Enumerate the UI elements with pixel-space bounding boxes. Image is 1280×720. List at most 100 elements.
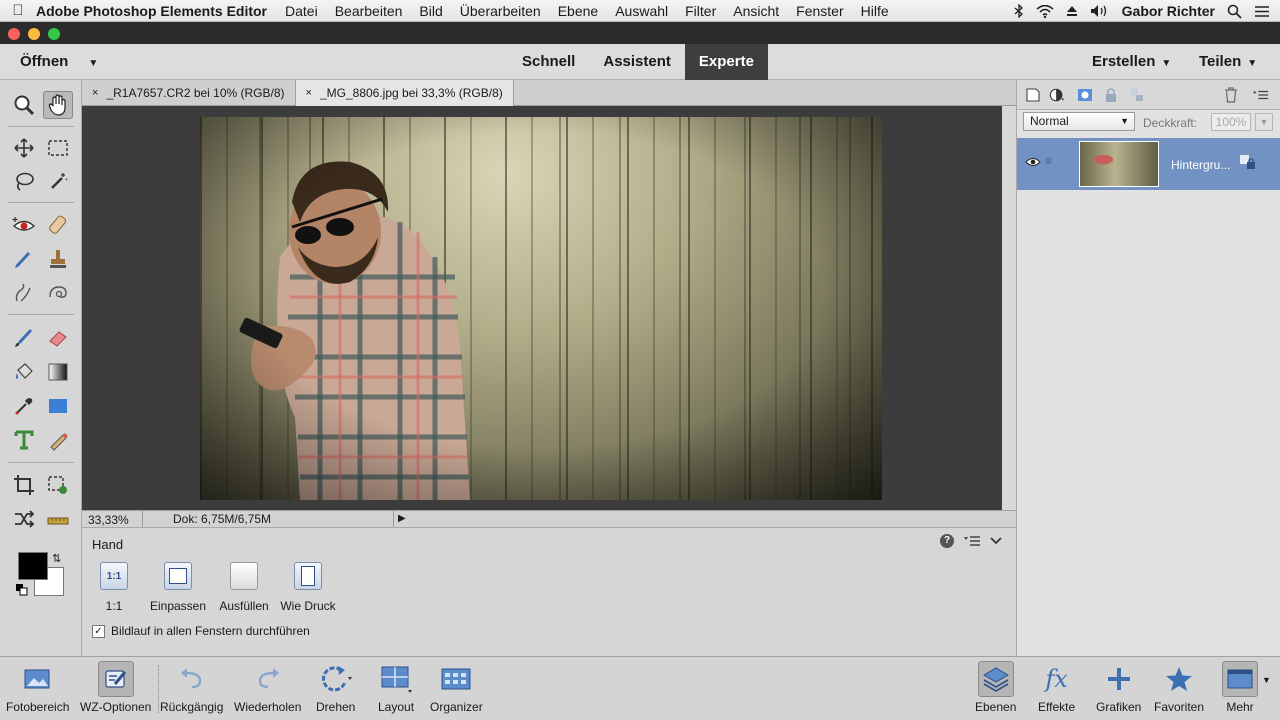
new-layer-icon[interactable] — [1025, 87, 1041, 103]
actual-pixels-button[interactable]: 1:1 1:1 — [79, 562, 149, 613]
menu-fenster[interactable]: Fenster — [796, 3, 843, 19]
visibility-eye-icon[interactable] — [1025, 156, 1041, 168]
redo-button[interactable]: Wiederholen — [234, 661, 301, 714]
bluetooth-icon[interactable] — [1014, 4, 1024, 18]
layer-lock-icon[interactable] — [1239, 154, 1257, 172]
shape-tool-icon[interactable] — [43, 392, 73, 420]
eraser-tool-icon[interactable] — [43, 324, 73, 352]
spot-healing-tool-icon[interactable] — [43, 211, 73, 239]
checkmark-icon[interactable]: ✓ — [92, 624, 105, 638]
share-button[interactable]: Teilen ▼ — [1199, 53, 1257, 70]
panel-menu-icon[interactable] — [1253, 87, 1269, 103]
chevron-down-icon[interactable] — [990, 536, 1002, 546]
favorites-panel-button[interactable]: Favoriten — [1154, 661, 1204, 714]
menu-ansicht[interactable]: Ansicht — [733, 3, 779, 19]
layout-button[interactable]: Layout — [378, 661, 414, 714]
blend-mode-select[interactable]: Normal ▼ — [1023, 112, 1135, 131]
red-eye-tool-icon[interactable] — [9, 211, 39, 239]
lasso-tool-icon[interactable] — [9, 168, 39, 196]
magic-wand-tool-icon[interactable] — [43, 168, 73, 196]
create-button[interactable]: Erstellen ▼ — [1092, 53, 1171, 70]
brush-tool-icon[interactable] — [9, 324, 39, 352]
pencil-tool-icon[interactable] — [43, 426, 73, 454]
selection-brush-tool-icon[interactable] — [9, 279, 39, 307]
content-aware-move-tool-icon[interactable] — [9, 505, 39, 533]
clone-stamp-tool-icon[interactable] — [43, 245, 73, 273]
menu-bearbeiten[interactable]: Bearbeiten — [335, 3, 403, 19]
menu-bild[interactable]: Bild — [419, 3, 442, 19]
status-menu-arrow-icon[interactable]: ▶ — [398, 513, 406, 524]
eyedropper-tool-icon[interactable] — [9, 392, 39, 420]
eject-icon[interactable] — [1066, 5, 1078, 17]
straighten-tool-icon[interactable] — [43, 505, 73, 533]
effects-panel-button[interactable]: fx Effekte — [1038, 661, 1075, 714]
delete-layer-icon[interactable] — [1223, 87, 1239, 103]
document-tab[interactable]: × _R1A7657.CR2 bei 10% (RGB/8) — [82, 80, 296, 106]
window-close-button[interactable] — [8, 28, 20, 40]
mode-experte[interactable]: Experte — [684, 44, 768, 80]
layer-row-background[interactable]: ≡ Hintergru... — [1017, 138, 1280, 190]
recompose-tool-icon[interactable] — [43, 279, 73, 307]
more-panel-button[interactable]: Mehr — [1222, 661, 1258, 714]
layer-mask-icon[interactable] — [1077, 87, 1093, 103]
menu-auswahl[interactable]: Auswahl — [615, 3, 668, 19]
zoom-level[interactable]: 33,33% — [88, 513, 129, 527]
more-dropdown-icon[interactable]: ▼ — [1262, 675, 1271, 685]
crop-tool-icon[interactable] — [9, 471, 39, 499]
opacity-dropdown-icon[interactable]: ▼ — [1255, 113, 1273, 131]
menu-hilfe[interactable]: Hilfe — [861, 3, 889, 19]
mode-assistent[interactable]: Assistent — [589, 44, 685, 80]
spotlight-search-icon[interactable] — [1227, 4, 1242, 19]
close-tab-icon[interactable]: × — [306, 80, 312, 106]
photo-bin-button[interactable]: Fotobereich — [6, 661, 69, 714]
rotate-button[interactable]: Drehen — [316, 661, 355, 714]
volume-icon[interactable] — [1090, 4, 1110, 18]
menu-filter[interactable]: Filter — [685, 3, 716, 19]
adjustment-layer-icon[interactable] — [1049, 87, 1065, 103]
document-canvas[interactable] — [82, 106, 1002, 510]
user-name[interactable]: Gabor Richter — [1122, 3, 1215, 19]
move-tool-icon[interactable] — [9, 134, 39, 162]
cookie-cutter-tool-icon[interactable] — [43, 471, 73, 499]
marquee-tool-icon[interactable] — [43, 134, 73, 162]
document-image[interactable] — [200, 117, 882, 500]
layer-link-icon[interactable]: ≡ — [1045, 154, 1052, 168]
layers-panel-button[interactable]: Ebenen — [975, 661, 1016, 714]
menu-ueberarbeiten[interactable]: Überarbeiten — [460, 3, 541, 19]
close-tab-icon[interactable]: × — [92, 80, 98, 106]
paint-bucket-tool-icon[interactable] — [9, 358, 39, 386]
zoom-tool-icon[interactable] — [9, 91, 39, 119]
smart-brush-tool-icon[interactable] — [9, 245, 39, 273]
opacity-field[interactable]: 100% — [1211, 113, 1251, 131]
open-button[interactable]: Öffnen ▼ — [20, 53, 98, 70]
menu-ebene[interactable]: Ebene — [558, 3, 598, 19]
document-tab-active[interactable]: × _MG_8806.jpg bei 33,3% (RGB/8) — [295, 80, 514, 106]
swap-colors-icon[interactable]: ⇅ — [52, 552, 61, 565]
fit-screen-button[interactable]: Einpassen — [143, 562, 213, 613]
organizer-button[interactable]: Organizer — [430, 661, 483, 714]
gradient-tool-icon[interactable] — [43, 358, 73, 386]
apple-menu-icon[interactable]:  — [0, 2, 36, 19]
scroll-all-windows-checkbox[interactable]: ✓ Bildlauf in allen Fenstern durchführen — [92, 624, 310, 638]
help-icon[interactable]: ? — [940, 534, 954, 548]
graphics-panel-button[interactable]: Grafiken — [1096, 661, 1141, 714]
app-menu[interactable]: Adobe Photoshop Elements Editor — [36, 3, 267, 19]
undo-button[interactable]: Rückgängig — [160, 661, 223, 714]
lock-transparency-icon[interactable] — [1103, 87, 1119, 103]
window-maximize-button[interactable] — [48, 28, 60, 40]
type-tool-icon[interactable] — [9, 426, 39, 454]
notification-center-icon[interactable] — [1254, 5, 1270, 18]
hand-tool-icon[interactable] — [43, 91, 73, 119]
menu-datei[interactable]: Datei — [285, 3, 318, 19]
lock-layer-icon[interactable] — [1129, 87, 1145, 103]
canvas-scrollbar[interactable] — [1002, 106, 1016, 510]
panel-menu-icon[interactable] — [964, 535, 980, 547]
window-minimize-button[interactable] — [28, 28, 40, 40]
layer-name[interactable]: Hintergru... — [1171, 158, 1230, 172]
fill-screen-button[interactable]: Ausfüllen — [209, 562, 279, 613]
tool-options-button[interactable]: WZ-Optionen — [80, 661, 151, 714]
default-colors-icon[interactable] — [16, 584, 28, 596]
print-size-button[interactable]: Wie Druck — [273, 562, 343, 613]
mode-schnell[interactable]: Schnell — [508, 44, 589, 80]
wifi-icon[interactable] — [1036, 4, 1054, 18]
